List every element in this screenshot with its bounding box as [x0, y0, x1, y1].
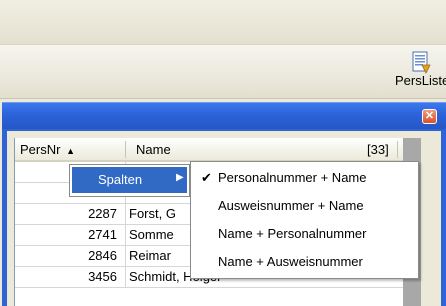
- record-count: [33]: [367, 142, 389, 157]
- document-list-icon: [412, 51, 431, 74]
- context-menu: Spalten ▶: [69, 164, 190, 197]
- menu-item-label: Spalten: [98, 172, 143, 187]
- close-icon: ✕: [424, 110, 435, 122]
- submenu-item-personalnummer-name[interactable]: ✔ Personalnummer + Name: [191, 166, 418, 190]
- grid-header: PersNr ▲ Name [33]: [15, 138, 403, 162]
- top-band: [0, 0, 446, 44]
- window-titlebar[interactable]: ✕: [2, 103, 446, 129]
- submenu-item-ausweisnummer-name[interactable]: Ausweisnummer + Name: [191, 194, 418, 218]
- header-persnr[interactable]: PersNr ▲: [20, 142, 75, 157]
- header-name[interactable]: Name: [136, 142, 171, 157]
- persliste-button[interactable]: PersListe: [395, 49, 446, 95]
- submenu-arrow-icon: ▶: [176, 172, 184, 183]
- menu-item-spalten[interactable]: Spalten ▶: [72, 167, 187, 193]
- submenu-item-name-personalnummer[interactable]: Name + Personalnummer: [191, 222, 418, 246]
- sort-ascending-icon: ▲: [66, 146, 75, 156]
- persliste-label: PersListe: [395, 73, 446, 88]
- close-button[interactable]: ✕: [422, 109, 437, 124]
- checkmark-icon: ✔: [201, 170, 212, 185]
- header-separator: [125, 141, 126, 158]
- toolbar: PersListe: [0, 44, 446, 99]
- submenu-item-name-ausweisnummer[interactable]: Name + Ausweisnummer: [191, 250, 418, 274]
- header-separator: [397, 141, 398, 158]
- columns-submenu: ✔ Personalnummer + Name Ausweisnummer + …: [190, 161, 419, 279]
